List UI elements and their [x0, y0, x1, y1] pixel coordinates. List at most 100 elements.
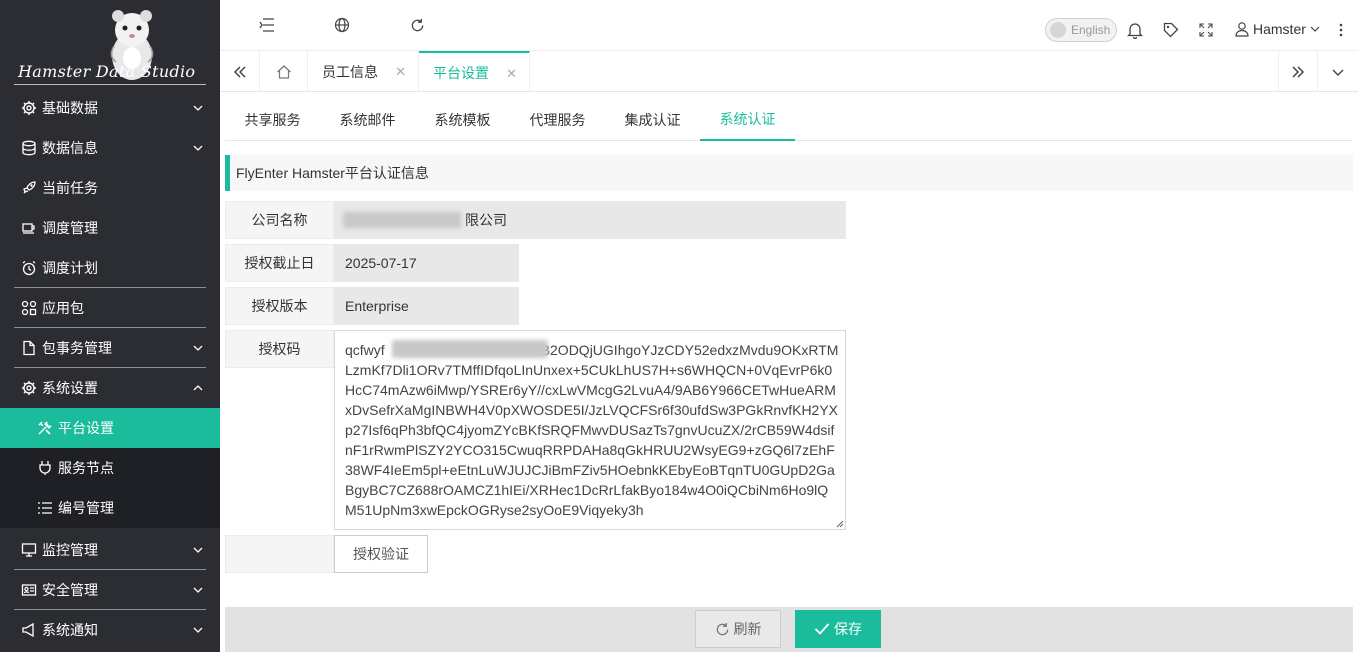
sidebar-subitem-platform-settings[interactable]: 平台设置 — [0, 408, 220, 448]
sidebar-subitem-number-mgmt[interactable]: 编号管理 — [0, 488, 220, 528]
refresh-button[interactable]: 刷新 — [695, 610, 781, 648]
redaction-blur — [343, 212, 461, 228]
language-toggle[interactable]: English — [1045, 18, 1117, 42]
more-vertical-icon[interactable] — [1332, 21, 1350, 39]
sidebar-item-data-info[interactable]: 数据信息 — [0, 128, 220, 168]
id-card-icon — [20, 581, 38, 599]
chevron-down-icon — [1310, 26, 1320, 32]
logo: Hamster Data Studio — [0, 0, 220, 88]
sidebar-item-notifications[interactable]: 系统通知 — [0, 610, 220, 650]
username: Hamster — [1253, 21, 1306, 37]
settings-subtabs: 共享服务 系统邮件 系统模板 代理服务 集成认证 系统认证 — [225, 99, 1352, 141]
sidebar-item-label: 安全管理 — [42, 582, 98, 598]
tab-platform-settings[interactable]: 平台设置 ✕ — [419, 51, 530, 92]
refresh-icon[interactable] — [408, 16, 426, 34]
sidebar-item-security[interactable]: 安全管理 — [0, 570, 220, 610]
bell-icon[interactable] — [1126, 21, 1144, 39]
megaphone-icon — [20, 621, 38, 639]
license-version-field: Enterprise — [334, 287, 519, 325]
refresh-label: 刷新 — [733, 621, 762, 637]
sidebar-item-label: 基础数据 — [42, 100, 98, 116]
chevron-down-icon — [193, 345, 203, 351]
license-code-rest: TMLzmKf7Dli1ORv7TMffIDfqoLInUnxex+5CUkLh… — [345, 342, 839, 518]
verify-license-button[interactable]: 授权验证 — [334, 535, 428, 573]
sidebar-item-system-settings[interactable]: 系统设置 — [0, 368, 220, 408]
sidebar-item-app-package[interactable]: 应用包 — [0, 288, 220, 328]
tab-employee-info[interactable]: 员工信息 ✕ — [308, 51, 419, 92]
sidebar-subitem-service-nodes[interactable]: 服务节点 — [0, 448, 220, 488]
subtab-proxy-service[interactable]: 代理服务 — [510, 99, 605, 141]
double-chevron-right-icon — [1292, 65, 1305, 78]
sidebar-item-label: 应用包 — [42, 300, 84, 316]
gear-icon — [20, 99, 38, 117]
sidebar-item-basic-data[interactable]: 基础数据 — [0, 88, 220, 128]
gear-icon — [20, 379, 38, 397]
tab-home[interactable] — [260, 51, 308, 92]
tabs-scroll-right-button[interactable] — [1278, 51, 1318, 92]
save-button[interactable]: 保存 — [795, 610, 881, 648]
sidebar-subitem-label: 服务节点 — [58, 460, 114, 476]
system-settings-submenu: 平台设置 服务节点 编号管理 — [0, 408, 220, 528]
redaction-blur — [392, 340, 548, 358]
close-icon[interactable]: ✕ — [395, 64, 406, 80]
file-icon — [20, 339, 38, 357]
tabs-scroll-left-button[interactable] — [220, 51, 260, 92]
sidebar-item-label: 调度计划 — [42, 260, 98, 276]
license-code-label: 授权码 — [225, 330, 334, 368]
sidebar-item-schedule-plan[interactable]: 调度计划 — [0, 248, 220, 288]
subtab-system-mail[interactable]: 系统邮件 — [320, 99, 415, 141]
sidebar-item-label: 调度管理 — [42, 220, 98, 236]
tabs-options-dropdown[interactable] — [1318, 51, 1358, 92]
sidebar-item-label: 当前任务 — [42, 180, 98, 196]
chevron-down-icon — [193, 105, 203, 111]
subtab-system-auth[interactable]: 系统认证 — [700, 99, 795, 141]
license-version-label: 授权版本 — [225, 287, 334, 325]
sidebar-item-label: 系统设置 — [42, 380, 98, 396]
sidebar-item-schedule-mgmt[interactable]: 调度管理 — [0, 208, 220, 248]
sidebar-subitem-label: 编号管理 — [58, 500, 114, 516]
database-icon — [20, 139, 38, 157]
close-icon[interactable]: ✕ — [506, 66, 517, 82]
toggle-knob — [1050, 22, 1066, 38]
sidebar-subitem-label: 平台设置 — [58, 420, 114, 436]
subtab-shared-service[interactable]: 共享服务 — [225, 99, 320, 141]
sidebar-item-package-transaction[interactable]: 包事务管理 — [0, 328, 220, 368]
tag-icon[interactable] — [1162, 21, 1180, 39]
company-name-label: 公司名称 — [225, 201, 334, 239]
expiry-date-field: 2025-07-17 — [334, 244, 519, 282]
subtab-system-template[interactable]: 系统模板 — [415, 99, 510, 141]
globe-icon[interactable] — [333, 16, 351, 34]
chevron-down-icon — [1332, 69, 1344, 76]
rocket-icon — [20, 179, 38, 197]
plug-icon — [36, 459, 54, 477]
refresh-icon — [716, 622, 728, 635]
home-icon — [276, 64, 291, 79]
verify-label-cell — [225, 535, 334, 573]
sidebar-item-current-task[interactable]: 当前任务 — [0, 168, 220, 208]
menu-fold-icon[interactable] — [258, 16, 276, 34]
tab-label: 平台设置 — [433, 64, 489, 81]
monitor-icon — [20, 541, 38, 559]
sidebar-item-monitoring[interactable]: 监控管理 — [0, 530, 220, 570]
expiry-date-label: 授权截止日 — [225, 244, 334, 282]
page-tabs-bar: 员工信息 ✕ 平台设置 ✕ — [220, 50, 1358, 92]
chevron-down-icon — [193, 547, 203, 553]
fullscreen-icon[interactable] — [1197, 21, 1215, 39]
license-code-line1: B2ODQjUGIhgoYJzCDY52edxzMvdu9OKxR — [540, 342, 819, 358]
logo-divider — [14, 84, 206, 85]
check-icon — [814, 623, 830, 635]
sidebar-item-label: 数据信息 — [42, 140, 98, 156]
subtab-integration-auth[interactable]: 集成认证 — [605, 99, 700, 141]
coffee-icon — [20, 219, 38, 237]
double-chevron-left-icon — [233, 65, 246, 78]
resize-handle-icon[interactable] — [836, 520, 844, 528]
company-name-visible: 限公司 — [465, 212, 507, 228]
sidebar-item-label: 包事务管理 — [42, 340, 112, 356]
license-code-textarea[interactable]: qcfwyf B2ODQjUGIhgoYJzCDY52edxzMvdu9OKxRT… — [334, 330, 846, 530]
user-menu[interactable]: Hamster — [1234, 21, 1321, 37]
tools-icon — [36, 419, 54, 437]
top-header: English Hamster — [220, 0, 1358, 50]
tab-label: 员工信息 — [322, 63, 378, 80]
list-icon — [36, 499, 54, 517]
section-title: FlyEnter Hamster平台认证信息 — [225, 155, 1353, 191]
